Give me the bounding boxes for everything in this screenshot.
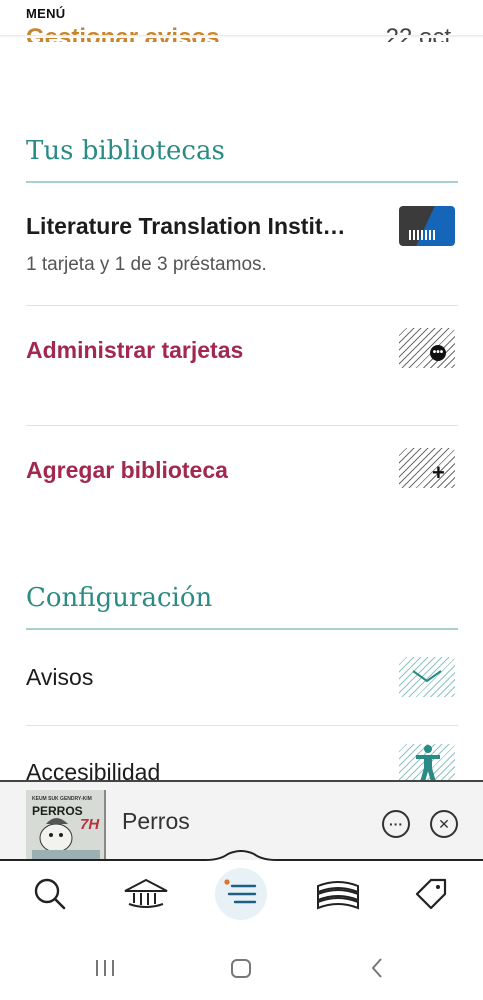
bookshelf-tab[interactable] (312, 874, 364, 914)
player-title: Perros (122, 808, 190, 834)
system-navigation-bar (0, 936, 483, 1000)
barcode-icon (409, 230, 435, 240)
settings-section-title: Configuración (26, 583, 213, 613)
tag-icon (415, 878, 447, 910)
bookshelf-icon (317, 881, 359, 910)
mini-player[interactable]: KEUM SUK GENDRY-KIM PERROS 7H Perros ···… (0, 780, 483, 862)
menu-icon (224, 879, 257, 904)
person-figure-icon (416, 745, 440, 782)
plus-icon: + (432, 460, 445, 485)
tab-bar-notch (0, 850, 483, 861)
accessibility-icon (399, 744, 455, 784)
library-summary: 1 tarjeta y 1 de 3 préstamos. (26, 254, 267, 275)
add-library-label: Agregar biblioteca (26, 457, 228, 483)
library-icon (124, 878, 168, 908)
menu-label: MENÚ (26, 6, 66, 21)
search-icon (34, 878, 66, 910)
bottom-tab-bar (0, 850, 483, 936)
library-tab[interactable] (121, 874, 171, 914)
manage-alerts-row[interactable]: Gestionar avisos 22 oct (0, 20, 483, 42)
divider (26, 725, 458, 726)
libraries-section-title: Tus bibliotecas (26, 136, 225, 166)
close-player-button[interactable]: ✕ (430, 810, 458, 838)
divider (26, 305, 458, 306)
recent-apps-icon[interactable] (96, 960, 114, 976)
notifications-label: Avisos (26, 664, 94, 690)
more-options-button[interactable]: ··· (382, 810, 410, 838)
manage-cards-icon: ••• (399, 328, 455, 368)
library-card-icon (399, 206, 455, 246)
manage-alerts-label: Gestionar avisos (26, 24, 220, 42)
header-shadow (0, 35, 483, 38)
divider (26, 425, 458, 426)
system-nav-icons (96, 958, 382, 978)
more-badge-icon: ••• (430, 345, 446, 361)
search-tab[interactable] (30, 874, 70, 914)
envelope-icon (399, 657, 455, 697)
back-icon[interactable] (371, 958, 382, 978)
manage-cards-label: Administrar tarjetas (26, 337, 244, 363)
envelope-flap-icon (412, 670, 442, 683)
tags-tab[interactable] (411, 874, 451, 914)
menu-tab[interactable] (221, 874, 261, 914)
settings-section-rule (26, 628, 458, 630)
manage-alerts-date: 22 oct (385, 24, 451, 42)
add-library-icon: + (399, 448, 455, 488)
library-name: Literature Translation Instit… (26, 213, 346, 239)
home-icon[interactable] (231, 959, 251, 978)
libraries-section-rule (26, 181, 458, 183)
